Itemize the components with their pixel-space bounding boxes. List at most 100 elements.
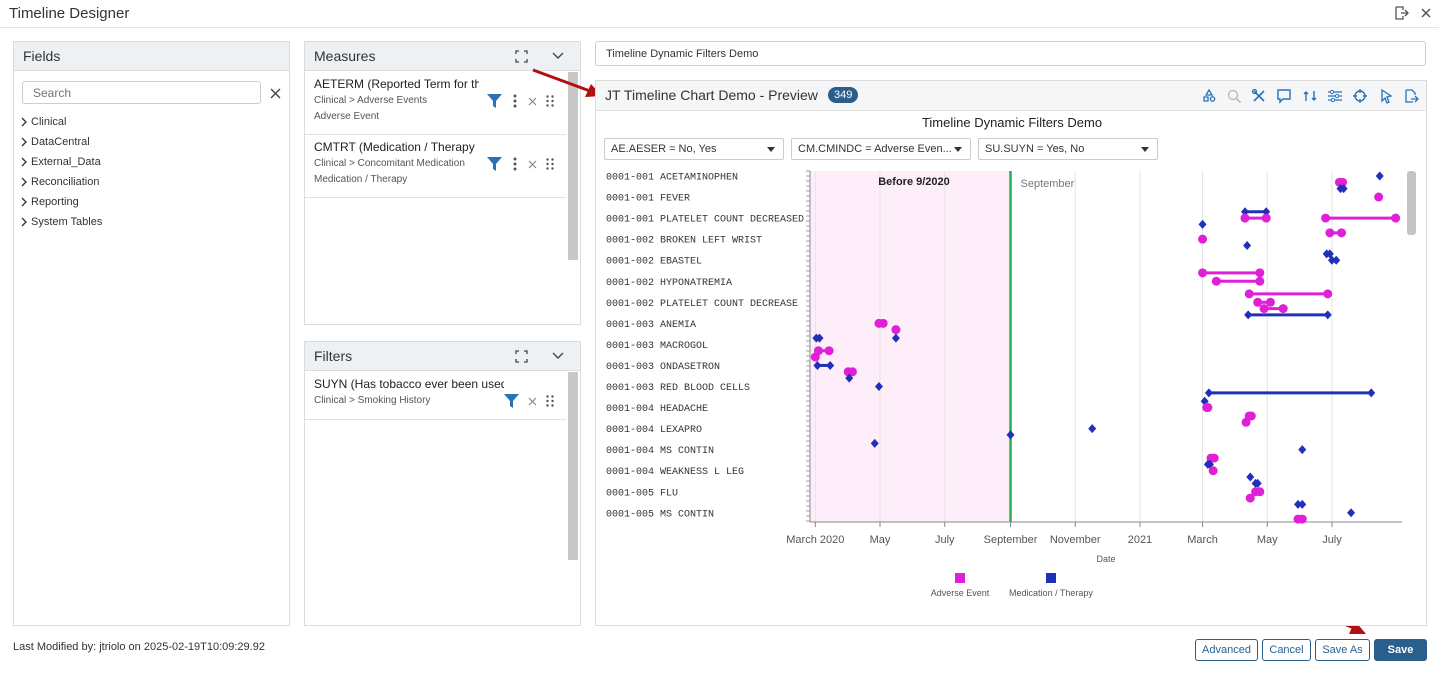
tree-item[interactable]: Reporting	[20, 196, 79, 208]
adverse-event-mark[interactable]	[1374, 192, 1384, 202]
close-icon[interactable]	[1417, 4, 1435, 22]
adverse-event-mark[interactable]	[810, 352, 820, 362]
timeline-name-input[interactable]	[595, 41, 1426, 66]
card-path: Clinical > Adverse Events	[314, 95, 428, 106]
save-button[interactable]: Save	[1374, 639, 1427, 661]
crosshair-icon[interactable]	[1352, 87, 1369, 104]
medication-mark[interactable]	[1298, 445, 1307, 455]
export-icon[interactable]	[1402, 87, 1419, 104]
exit-icon[interactable]	[1392, 4, 1410, 22]
chevron-down-icon[interactable]	[550, 348, 566, 364]
medication-mark[interactable]	[1243, 240, 1252, 250]
adverse-event-mark[interactable]	[1202, 403, 1213, 413]
adverse-event-mark[interactable]	[1241, 417, 1251, 427]
adverse-event-mark[interactable]	[1240, 213, 1271, 223]
dropdown-value: CM.CMINDC = Adverse Even...	[798, 143, 952, 155]
zoom-icon[interactable]	[1225, 87, 1242, 104]
drag-handle-icon[interactable]	[545, 157, 555, 171]
filter-icon[interactable]	[486, 93, 502, 109]
title-bar	[0, 0, 1439, 28]
filter-dropdown[interactable]: AE.AESER = No, Yes	[604, 138, 784, 160]
tree-item[interactable]: External_Data	[20, 156, 101, 168]
fields-panel-header: Fields	[14, 42, 289, 71]
filter-dropdown[interactable]: SU.SUYN = Yes, No	[978, 138, 1158, 160]
remove-icon[interactable]	[526, 158, 538, 170]
advanced-button[interactable]: Advanced	[1195, 639, 1258, 661]
drag-handle-icon[interactable]	[545, 394, 555, 408]
row-label: 0001-004 LEXAPRO	[606, 425, 702, 436]
tree-item-label: System Tables	[31, 216, 103, 228]
pointer-icon[interactable]	[1377, 87, 1394, 104]
list-item[interactable]: CMTRT (Medication / Therapy Nar Clinical …	[305, 134, 566, 198]
row-label: 0001-002 HYPONATREMIA	[606, 278, 732, 289]
tools-icon[interactable]	[1251, 87, 1268, 104]
sliders-icon[interactable]	[1327, 87, 1344, 104]
x-tick-label: 2021	[1128, 534, 1152, 546]
adverse-event-mark[interactable]	[1208, 466, 1218, 476]
row-label: 0001-004 MS CONTIN	[606, 446, 714, 457]
tree-item[interactable]: Clinical	[20, 116, 66, 128]
medication-mark[interactable]	[1246, 472, 1255, 482]
filter-dropdown[interactable]: CM.CMINDC = Adverse Even...	[791, 138, 971, 160]
clear-search-icon[interactable]	[267, 85, 283, 101]
swap-icon[interactable]	[1301, 87, 1318, 104]
list-item[interactable]: AETERM (Reported Term for the A Clinical …	[305, 71, 566, 135]
filters-scroll-thumb[interactable]	[568, 372, 578, 560]
filters-panel-title: Filters	[314, 348, 353, 364]
save-as-button[interactable]: Save As	[1315, 639, 1370, 661]
card-title: SUYN (Has tobacco ever been used?)	[314, 377, 504, 391]
more-options-icon[interactable]	[510, 156, 520, 172]
cancel-button[interactable]: Cancel	[1262, 639, 1311, 661]
filter-icon[interactable]	[503, 393, 519, 409]
filter-icon[interactable]	[486, 156, 502, 172]
comment-icon[interactable]	[1276, 87, 1293, 104]
expand-icon[interactable]	[513, 48, 529, 64]
adverse-event-mark[interactable]	[1245, 493, 1255, 503]
band-label: Before 9/2020	[878, 176, 950, 188]
medication-mark[interactable]	[1375, 171, 1384, 181]
adverse-event-mark[interactable]	[874, 318, 888, 328]
tree-item[interactable]: System Tables	[20, 216, 102, 228]
tree-item[interactable]: Reconciliation	[20, 176, 99, 188]
adverse-event-mark[interactable]	[1211, 276, 1265, 286]
row-label: 0001-004 HEADACHE	[606, 404, 708, 415]
list-item[interactable]: SUYN (Has tobacco ever been used?) Clinic…	[305, 371, 566, 420]
legend-label[interactable]: Medication / Therapy	[1009, 588, 1093, 598]
adverse-event-mark[interactable]	[1293, 514, 1307, 524]
x-axis-label: Date	[1096, 554, 1115, 564]
medication-mark[interactable]	[1244, 310, 1332, 320]
filters-scrollbar[interactable]	[568, 372, 578, 560]
legend-label[interactable]: Adverse Event	[931, 588, 990, 598]
search-input[interactable]	[22, 81, 261, 104]
x-tick-label: September	[984, 534, 1038, 546]
medication-mark[interactable]	[1294, 499, 1307, 509]
row-label: 0001-002 EBASTEL	[606, 257, 702, 268]
remove-icon[interactable]	[526, 395, 538, 407]
medication-mark[interactable]	[1198, 219, 1207, 229]
adverse-event-mark[interactable]	[1321, 213, 1401, 223]
medication-mark[interactable]	[1251, 478, 1262, 488]
shapes-icon[interactable]	[1200, 87, 1217, 104]
filters-panel: Filters SUYN (Has tobacco ever been used…	[304, 341, 581, 626]
expand-icon[interactable]	[513, 348, 529, 364]
adverse-event-mark[interactable]	[1244, 289, 1333, 299]
adverse-event-mark[interactable]	[1198, 234, 1208, 244]
tree-item[interactable]: DataCentral	[20, 136, 90, 148]
chart-scroll-thumb[interactable]	[1407, 171, 1416, 235]
fields-panel: Fields Clinical DataCentral External_Data R…	[13, 41, 290, 626]
chevron-down-icon[interactable]	[550, 48, 566, 64]
row-label: 0001-003 RED BLOOD CELLS	[606, 383, 750, 394]
annotation-arrow-preview	[532, 68, 602, 97]
medication-mark[interactable]	[1204, 388, 1376, 398]
medication-mark[interactable]	[1347, 508, 1356, 518]
medication-mark[interactable]	[1088, 424, 1097, 434]
row-label: 0001-004 WEAKNESS L LEG	[606, 467, 744, 478]
caret-down-icon	[1141, 147, 1149, 152]
adverse-event-mark[interactable]	[891, 325, 901, 335]
card-subtitle: Medication / Therapy	[314, 174, 408, 185]
more-options-icon[interactable]	[510, 93, 520, 109]
timeline-chart: Before 9/2020 September March 2020 May July S…	[606, 170, 1416, 598]
adverse-event-mark[interactable]	[1325, 228, 1347, 238]
row-label: 0001-001 FEVER	[606, 194, 690, 205]
adverse-event-mark[interactable]	[1198, 268, 1265, 278]
